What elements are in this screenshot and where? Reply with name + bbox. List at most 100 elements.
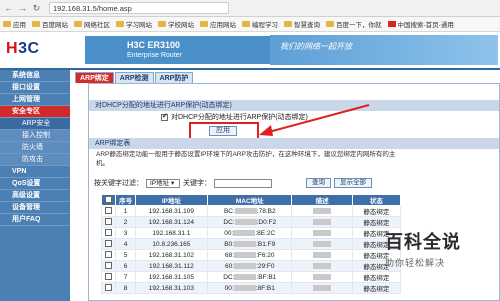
keyword-label: 关键字： xyxy=(183,180,211,187)
column-header: 描述 xyxy=(291,194,353,206)
sidebar-item[interactable]: 安全专区 xyxy=(0,106,70,118)
mac-redacted xyxy=(234,251,257,258)
row-status: 静态绑定 xyxy=(351,216,402,228)
bookmark-item[interactable]: 编程学习 xyxy=(242,19,278,29)
sidebar-item[interactable]: 高级设置 xyxy=(0,190,70,202)
table-row[interactable]: 1 192.168.31.109 BC::78:B2 静态绑定 xyxy=(100,205,402,217)
address-bar[interactable]: 192.168.31.5/home.asp xyxy=(49,2,229,14)
row-checkbox[interactable] xyxy=(105,239,113,247)
bookmark-item[interactable]: 应用网站 xyxy=(200,19,236,29)
tab-item[interactable]: ARP绑定 xyxy=(75,72,114,83)
mac-suffix: :F6:20 xyxy=(256,251,275,259)
folder-icon xyxy=(284,21,292,27)
sidebar-item[interactable]: 防火墙 xyxy=(0,142,70,154)
mac-suffix: :BF:B1 xyxy=(256,273,277,281)
mac-redacted xyxy=(233,229,256,236)
sidebar-item[interactable]: ARP安全 xyxy=(0,118,70,130)
sidebar-item[interactable]: VPN xyxy=(0,166,70,178)
bookmark-item[interactable]: 学校网站 xyxy=(158,19,194,29)
bookmark-label: 网络社区 xyxy=(84,22,110,29)
row-mac: 68::F6:20 xyxy=(207,249,293,261)
sidebar-item[interactable]: 接入控制 xyxy=(0,130,70,142)
folder-icon xyxy=(200,21,208,27)
desc-redacted xyxy=(313,240,332,247)
sidebar-item[interactable]: 系统信息 xyxy=(0,70,70,82)
select-all-checkbox[interactable] xyxy=(100,194,117,206)
row-ip: 192.168.31.112 xyxy=(134,260,209,272)
row-mac: B0::B1:F9 xyxy=(207,238,293,250)
tab-item[interactable]: ARP防护 xyxy=(154,72,194,83)
watermark: 百科全说 助你轻松解决 xyxy=(385,228,495,274)
sidebar-item[interactable]: 接口设置 xyxy=(0,82,70,94)
tab-item[interactable]: ARP检测 xyxy=(114,72,154,83)
sidebar-item[interactable]: 设备管理 xyxy=(0,202,70,214)
row-select[interactable] xyxy=(100,205,117,217)
bookmark-item[interactable]: 百度网站 xyxy=(32,19,68,29)
row-select[interactable] xyxy=(100,227,117,239)
bookmark-label: 百度一下，你就 xyxy=(336,22,382,29)
watermark-sub: 助你轻松解决 xyxy=(385,258,446,268)
mac-redacted xyxy=(234,262,257,269)
row-checkbox[interactable] xyxy=(105,206,113,214)
table-row[interactable]: 4 10.8.236.165 B0::B1:F9 静态绑定 xyxy=(100,238,402,250)
filter-select[interactable]: IP地址 ▾ xyxy=(146,178,180,188)
row-desc xyxy=(291,249,353,261)
desc-redacted xyxy=(313,284,332,291)
mac-prefix: 60: xyxy=(225,262,235,270)
table-row[interactable]: 2 192.168.31.124 DC::D0:F2 静态绑定 xyxy=(100,216,402,228)
bookmark-item[interactable]: 学习网站 xyxy=(116,19,152,29)
bookmark-item[interactable]: 网络社区 xyxy=(74,19,110,29)
row-number: 8 xyxy=(115,282,136,294)
folder-icon xyxy=(74,21,82,27)
row-checkbox[interactable] xyxy=(105,250,113,258)
header-checkbox[interactable] xyxy=(105,195,113,203)
row-select[interactable] xyxy=(100,271,117,283)
reload-icon[interactable]: ↻ xyxy=(31,3,42,14)
sidebar-nav: 系统信息 接口设置 上网管理 安全专区 ARP安全 接入控制 防火墙 防攻击 VPN QoS设置高… xyxy=(0,70,70,301)
filter-label: 按关键字过滤： xyxy=(94,180,143,187)
apply-button[interactable]: 应用 xyxy=(209,126,237,136)
folder-icon xyxy=(116,21,124,27)
row-select[interactable] xyxy=(100,238,117,250)
bookmark-item[interactable]: 百度一下，你就 xyxy=(326,19,382,29)
row-desc xyxy=(291,282,353,294)
desc-redacted xyxy=(313,207,332,214)
row-checkbox[interactable] xyxy=(105,217,113,225)
sidebar-item[interactable]: 上网管理 xyxy=(0,94,70,106)
bookmark-label: 百度网站 xyxy=(42,22,68,29)
query-button[interactable]: 查询 xyxy=(306,178,331,188)
row-mac: DC::D0:F2 xyxy=(207,216,293,228)
bookmark-item[interactable]: 应用 xyxy=(3,19,26,29)
row-checkbox[interactable] xyxy=(105,261,113,269)
sidebar-item[interactable]: QoS设置 xyxy=(0,178,70,190)
row-checkbox[interactable] xyxy=(105,283,113,291)
sidebar-item[interactable]: 用户FAQ xyxy=(0,214,70,226)
row-select[interactable] xyxy=(100,216,117,228)
row-checkbox[interactable] xyxy=(105,228,113,236)
row-checkbox[interactable] xyxy=(105,272,113,280)
dhcp-protection-checkbox[interactable] xyxy=(161,112,168,121)
back-icon[interactable]: ← xyxy=(3,3,14,14)
flag-icon xyxy=(387,21,396,27)
table-row[interactable]: 6 192.168.31.112 60::29:F0 静态绑定 xyxy=(100,260,402,272)
table-row[interactable]: 3 192.168.31.1 00::8E:2C 静态绑定 xyxy=(100,227,402,239)
bookmark-item[interactable]: 中国搜索-首页-通用 xyxy=(387,19,454,29)
table-row[interactable]: 8 192.168.31.103 00::8F:B1 静态绑定 xyxy=(100,282,402,294)
red-arrow-icon xyxy=(259,104,370,136)
row-select[interactable] xyxy=(100,260,117,272)
folder-icon xyxy=(158,21,166,27)
row-select[interactable] xyxy=(100,282,117,294)
product-subtitle: Enterprise Router xyxy=(127,52,182,59)
table-row[interactable]: 7 192.168.31.105 DC::BF:B1 静态绑定 xyxy=(100,271,402,283)
forward-icon[interactable]: → xyxy=(17,3,28,14)
row-select[interactable] xyxy=(100,249,117,261)
keyword-input[interactable] xyxy=(214,178,272,188)
row-number: 7 xyxy=(115,271,136,283)
row-desc xyxy=(291,238,353,250)
sidebar-item[interactable]: 防攻击 xyxy=(0,154,70,166)
bookmark-item[interactable]: 智慧查询 xyxy=(284,19,320,29)
mac-prefix: 00: xyxy=(224,229,234,237)
row-number: 6 xyxy=(115,260,136,272)
table-row[interactable]: 5 192.168.31.102 68::F6:20 静态绑定 xyxy=(100,249,402,261)
show-all-button[interactable]: 显示全部 xyxy=(334,178,372,188)
